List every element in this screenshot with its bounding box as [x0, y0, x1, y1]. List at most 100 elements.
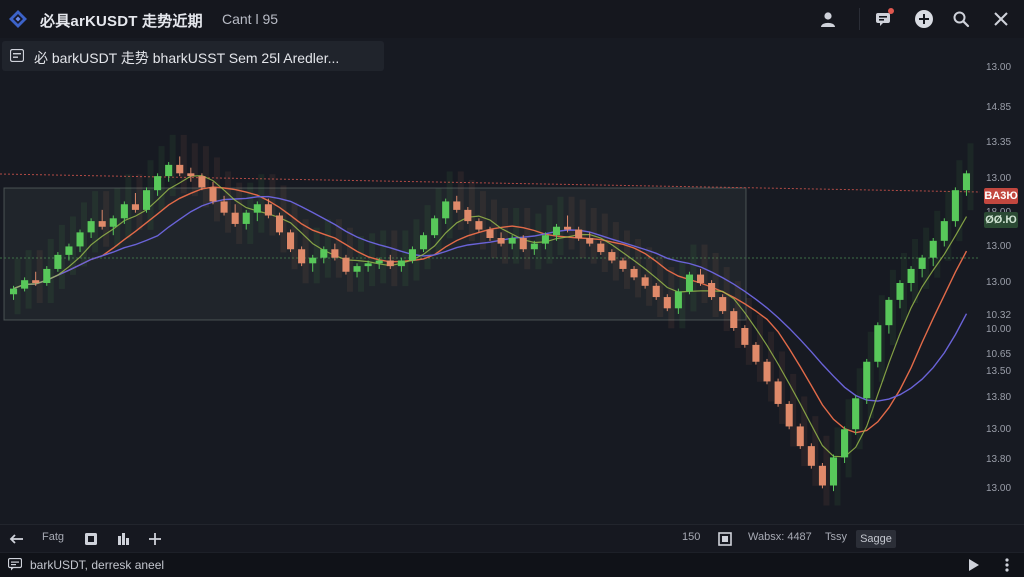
candle-body [852, 398, 860, 430]
user-icon[interactable] [815, 6, 841, 32]
candle-body [198, 176, 206, 188]
price-axis-label: 13.00 [986, 62, 1012, 73]
shadow-candle [568, 196, 575, 250]
candle-body [641, 277, 649, 286]
candle-body [9, 288, 18, 295]
shadow-candle [557, 196, 564, 256]
shadow-candle [623, 230, 630, 289]
candle-body [541, 235, 549, 244]
price-axis-label: 13.80 [986, 392, 1012, 403]
play-icon[interactable] [966, 558, 980, 572]
shadow-candle [114, 188, 121, 247]
notification-icon[interactable] [870, 6, 896, 32]
candle-body [54, 254, 62, 269]
bar-count: 150 [682, 531, 701, 543]
shadow-candle [136, 174, 143, 230]
toolbar-divider [859, 8, 860, 30]
last-price-tag: BA3Ю [984, 188, 1018, 204]
candle-body [43, 268, 51, 283]
candle-body [619, 260, 627, 269]
candle-body [508, 238, 516, 244]
candle-body [131, 204, 139, 210]
arrow-left-icon[interactable] [8, 530, 26, 548]
candle-body [220, 201, 228, 213]
shadow-candle [502, 208, 509, 264]
legend-text: 必 barkUSDT 走势 bharkUSST Sem 25l Aredler.… [34, 50, 340, 66]
candle-body [65, 246, 73, 255]
candle-body [431, 218, 439, 236]
candle-body [741, 328, 749, 345]
candle-body [696, 274, 705, 283]
bottom-toolbar: Fatg 150 Wabsx: 4487 Tssy Sagge [0, 524, 1024, 553]
legend-settings-icon[interactable] [10, 49, 24, 62]
candle-body [497, 238, 505, 244]
price-axis-label: 14.85 [986, 102, 1012, 113]
timeframe-button[interactable]: Fatg [42, 531, 64, 543]
shadow-candle [313, 227, 320, 284]
candle-body [287, 232, 295, 250]
candle-body [419, 235, 428, 250]
close-icon[interactable] [988, 6, 1014, 32]
candle-body [342, 257, 350, 272]
candle-body [353, 266, 361, 272]
scale-button[interactable]: Sagge [856, 530, 896, 548]
candle-body [630, 268, 638, 278]
price-axis-label: 13.00 [986, 483, 1012, 494]
more-options-icon[interactable] [1000, 557, 1014, 573]
candle-body [320, 249, 328, 258]
candle-body [663, 297, 671, 309]
candle-body [940, 221, 948, 241]
candle-body [486, 229, 494, 238]
mode-button[interactable]: Tssy [825, 531, 847, 543]
candle-body [309, 257, 317, 264]
candle-body [21, 280, 29, 289]
candle-body [774, 381, 782, 404]
candle-body [719, 297, 727, 312]
search-icon[interactable] [948, 6, 974, 32]
candle-body [962, 173, 971, 191]
add-icon[interactable] [911, 6, 937, 32]
price-axis-label: 13.00 [986, 241, 1012, 252]
candle-body [331, 249, 339, 258]
shadow-candle [103, 191, 110, 247]
candle-body [154, 176, 162, 191]
chart-legend[interactable]: 必 barkUSDT 走势 bharkUSST Sem 25l Aredler.… [2, 41, 384, 71]
chat-icon[interactable] [8, 558, 22, 571]
candle-body [807, 446, 815, 466]
candle-body [608, 252, 616, 261]
candle-body [87, 221, 95, 233]
candle-body [364, 263, 372, 267]
candle-body [730, 311, 738, 328]
price-axis-label: 13.50 [986, 366, 1012, 377]
shadow-candle [258, 174, 265, 233]
candle-body [829, 457, 838, 486]
candle-body [32, 280, 40, 283]
title-extra-text: Cant l 95 [222, 11, 279, 27]
price-chart[interactable] [0, 38, 1024, 524]
chart-area[interactable]: 必 barkUSDT 走势 bharkUSST Sem 25l Aredler.… [0, 38, 1024, 524]
candle-body [76, 232, 84, 247]
price-axis-label: 10.00 [986, 324, 1012, 335]
candle-body [564, 226, 572, 230]
compare-icon[interactable] [146, 530, 164, 548]
candle-body [242, 212, 250, 224]
candle-body [674, 291, 682, 309]
candle-body [464, 209, 472, 222]
candle-body [685, 274, 693, 292]
shadow-candle [579, 199, 586, 258]
drawing-tool-icon[interactable] [114, 530, 132, 548]
fullscreen-icon[interactable] [716, 530, 734, 548]
shadow-candle [601, 213, 608, 273]
shadow-candle [180, 134, 187, 194]
shadow-candle [369, 233, 376, 287]
candle-body [863, 361, 871, 399]
indicator-icon[interactable] [82, 530, 100, 548]
candle-body [187, 173, 195, 177]
candle-body [397, 260, 405, 267]
candle-body [275, 215, 284, 233]
candle-body [264, 204, 272, 216]
candle-body [896, 283, 904, 300]
candle-body [951, 190, 959, 222]
notification-badge [888, 8, 894, 14]
price-axis-label: 10.32 [986, 310, 1012, 321]
